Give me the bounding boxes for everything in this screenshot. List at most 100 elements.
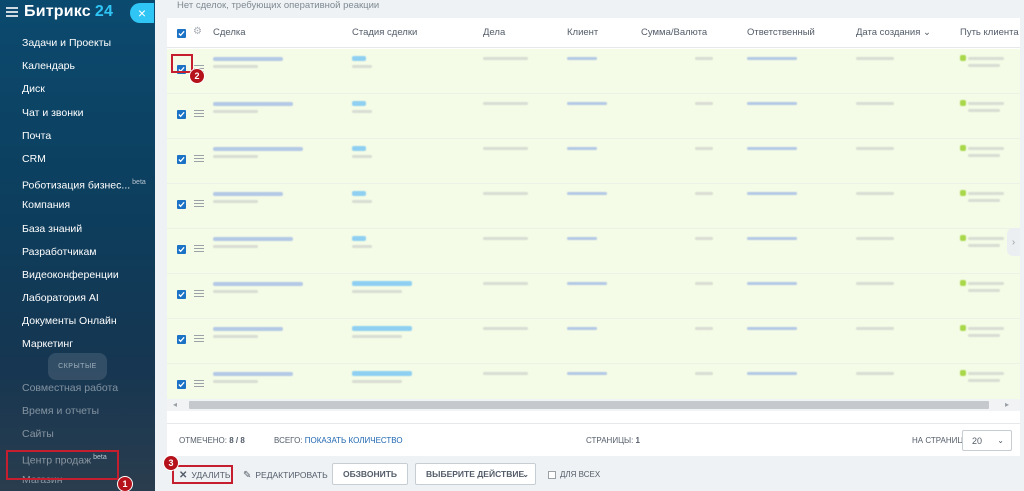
scroll-right-icon[interactable]: › bbox=[1007, 228, 1020, 256]
scrollbar-thumb[interactable] bbox=[189, 401, 989, 409]
client-placeholder[interactable] bbox=[567, 57, 597, 60]
per-page-value: 20 bbox=[972, 435, 983, 446]
table-row[interactable] bbox=[167, 184, 1020, 229]
sidebar-item-calendar[interactable]: Календарь bbox=[0, 55, 155, 78]
menu-icon[interactable] bbox=[6, 7, 18, 17]
client-placeholder[interactable] bbox=[567, 102, 607, 105]
table-row[interactable] bbox=[167, 139, 1020, 184]
per-page-select[interactable]: 20 ⌄ bbox=[962, 430, 1012, 451]
for-all-checkbox[interactable]: ДЛЯ ВСЕХ bbox=[548, 470, 600, 479]
sidebar-item-company[interactable]: Компания bbox=[0, 194, 155, 217]
drag-handle-icon[interactable] bbox=[194, 155, 204, 162]
drag-handle-icon[interactable] bbox=[194, 245, 204, 252]
edit-button[interactable]: ✎ РЕДАКТИРОВАТЬ bbox=[243, 465, 328, 485]
stage-bar[interactable] bbox=[352, 371, 412, 376]
row-checkbox[interactable] bbox=[177, 200, 186, 209]
responsible-placeholder[interactable] bbox=[747, 237, 797, 240]
drag-handle-icon[interactable] bbox=[194, 335, 204, 342]
deal-title-placeholder[interactable] bbox=[213, 147, 303, 151]
sidebar-item-robotization[interactable]: Роботизация бизнес... beta bbox=[0, 171, 155, 194]
show-count-link[interactable]: ПОКАЗАТЬ КОЛИЧЕСТВО bbox=[305, 436, 403, 445]
row-checkbox[interactable] bbox=[177, 155, 186, 164]
sidebar-item-crm[interactable]: CRM bbox=[0, 148, 155, 171]
stage-bar[interactable] bbox=[352, 236, 366, 241]
client-placeholder[interactable] bbox=[567, 192, 607, 195]
drag-handle-icon[interactable] bbox=[194, 380, 204, 387]
row-checkbox[interactable] bbox=[177, 335, 186, 344]
sidebar-item-sites[interactable]: Сайты bbox=[0, 423, 155, 446]
scroll-right-arrow-icon[interactable]: ▸ bbox=[1005, 400, 1009, 409]
responsible-placeholder[interactable] bbox=[747, 192, 797, 195]
column-responsible[interactable]: Ответственный bbox=[747, 27, 815, 38]
row-checkbox[interactable] bbox=[177, 290, 186, 299]
path-placeholder bbox=[968, 237, 1004, 240]
column-stage[interactable]: Стадия сделки bbox=[352, 27, 417, 38]
sidebar-item-videoconf[interactable]: Видеоконференции bbox=[0, 264, 155, 287]
logo[interactable]: Битрикс 24 bbox=[24, 3, 113, 21]
column-amount[interactable]: Сумма/Валюта bbox=[641, 27, 707, 38]
responsible-placeholder[interactable] bbox=[747, 282, 797, 285]
responsible-placeholder[interactable] bbox=[747, 372, 797, 375]
responsible-placeholder[interactable] bbox=[747, 57, 797, 60]
table-row[interactable] bbox=[167, 274, 1020, 319]
responsible-placeholder[interactable] bbox=[747, 147, 797, 150]
deal-title-placeholder[interactable] bbox=[213, 282, 303, 286]
table-row[interactable] bbox=[167, 319, 1020, 364]
call-button[interactable]: ОБЗВОНИТЬ bbox=[332, 463, 408, 485]
stage-bar[interactable] bbox=[352, 101, 366, 106]
responsible-placeholder[interactable] bbox=[747, 102, 797, 105]
stage-bar[interactable] bbox=[352, 191, 366, 196]
drag-handle-icon[interactable] bbox=[194, 290, 204, 297]
select-action-label: ВЫБЕРИТЕ ДЕЙСТВИЕ bbox=[426, 469, 525, 479]
table-row[interactable] bbox=[167, 49, 1020, 94]
stage-bar[interactable] bbox=[352, 326, 412, 331]
row-checkbox[interactable] bbox=[177, 380, 186, 389]
path-placeholder bbox=[968, 147, 1004, 150]
sidebar-item-knowledge-base[interactable]: База знаний bbox=[0, 218, 155, 241]
sidebar-item-docs-online[interactable]: Документы Онлайн bbox=[0, 310, 155, 333]
deal-title-placeholder[interactable] bbox=[213, 192, 283, 196]
select-action-dropdown[interactable]: ВЫБЕРИТЕ ДЕЙСТВИЕ ⌄ bbox=[415, 463, 536, 485]
drag-handle-icon[interactable] bbox=[194, 110, 204, 117]
scroll-left-icon[interactable]: ◂ bbox=[173, 400, 177, 409]
drag-handle-icon[interactable] bbox=[194, 200, 204, 207]
row-checkbox[interactable] bbox=[177, 245, 186, 254]
sidebar-item-chat[interactable]: Чат и звонки bbox=[0, 102, 155, 125]
client-placeholder[interactable] bbox=[567, 372, 607, 375]
sidebar-item-ai-lab[interactable]: Лаборатория AI bbox=[0, 287, 155, 310]
table-row[interactable] bbox=[167, 229, 1020, 274]
column-created[interactable]: Дата создания ⌄ bbox=[856, 27, 931, 38]
stage-bar[interactable] bbox=[352, 56, 366, 61]
sidebar-item-tasks[interactable]: Задачи и Проекты bbox=[0, 32, 155, 55]
deal-title-placeholder[interactable] bbox=[213, 372, 293, 376]
deal-title-placeholder[interactable] bbox=[213, 57, 283, 61]
gear-icon[interactable]: ⚙ bbox=[193, 26, 202, 37]
deal-title-placeholder[interactable] bbox=[213, 327, 283, 331]
row-checkbox[interactable] bbox=[177, 110, 186, 119]
column-client-path[interactable]: Путь клиента bbox=[960, 27, 1019, 38]
column-client[interactable]: Клиент bbox=[567, 27, 598, 38]
table-row[interactable] bbox=[167, 94, 1020, 139]
sidebar-item-mail[interactable]: Почта bbox=[0, 125, 155, 148]
sidebar-item-collab[interactable]: Совместная работа bbox=[0, 377, 155, 400]
path-placeholder bbox=[968, 327, 1004, 330]
horizontal-scrollbar[interactable]: ◂ ▸ bbox=[167, 399, 1020, 411]
hidden-separator[interactable]: СКРЫТЫЕ bbox=[0, 353, 155, 381]
sidebar-item-disk[interactable]: Диск bbox=[0, 78, 155, 101]
stage-bar[interactable] bbox=[352, 281, 412, 286]
client-placeholder[interactable] bbox=[567, 147, 597, 150]
stage-bar[interactable] bbox=[352, 146, 366, 151]
sidebar-item-time-reports[interactable]: Время и отчеты bbox=[0, 400, 155, 423]
client-placeholder[interactable] bbox=[567, 237, 597, 240]
responsible-placeholder[interactable] bbox=[747, 327, 797, 330]
column-deal[interactable]: Сделка bbox=[213, 27, 246, 38]
close-icon[interactable]: × bbox=[130, 3, 154, 23]
column-activities[interactable]: Дела bbox=[483, 27, 505, 38]
deal-title-placeholder[interactable] bbox=[213, 237, 293, 241]
deal-title-placeholder[interactable] bbox=[213, 102, 293, 106]
client-placeholder[interactable] bbox=[567, 327, 597, 330]
client-placeholder[interactable] bbox=[567, 282, 607, 285]
sidebar-item-developers[interactable]: Разработчикам bbox=[0, 241, 155, 264]
activities-placeholder bbox=[483, 372, 528, 375]
select-all-checkbox[interactable] bbox=[177, 29, 186, 38]
